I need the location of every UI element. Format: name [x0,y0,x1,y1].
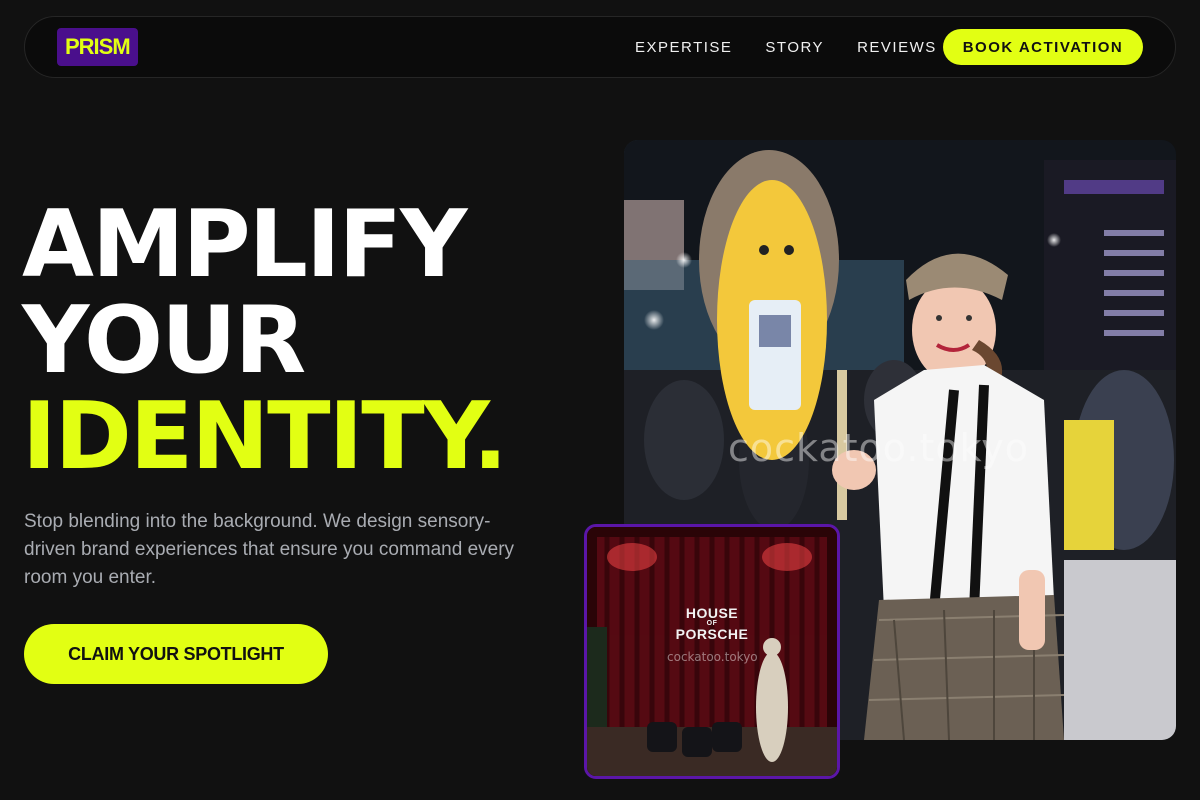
hero-title-line-1: AMPLIFY [22,190,467,298]
book-activation-button[interactable]: BOOK ACTIVATION [943,29,1143,65]
nav-link-reviews[interactable]: REVIEWS [857,39,937,56]
hero-description: Stop blending into the background. We de… [24,511,515,588]
inset-photo-watermark: cockatoo.tokyo [667,650,758,664]
hero-title-line-3: IDENTITY. [22,382,508,490]
photo-watermark: cockatoo.tokyo [728,426,1030,470]
nav-links: EXPERTISE STORY REVIEWS [635,17,970,77]
sign-line-3: PORSCHE [675,626,749,642]
hero-title: AMPLIFY YOUR IDENTITY. [22,190,508,490]
inset-photo-porsche: HOUSE OF PORSCHE cockatoo.tokyo [584,524,840,779]
nav-link-expertise[interactable]: EXPERTISE [635,39,732,56]
sign-line-1: HOUSE [685,605,739,621]
nav-link-story[interactable]: STORY [765,39,824,56]
claim-spotlight-button[interactable]: CLAIM YOUR SPOTLIGHT [24,624,328,684]
house-of-porsche-sign: HOUSE OF PORSCHE [647,605,777,642]
prism-logo[interactable]: PRISM [57,28,138,66]
navbar: PRISM EXPERTISE STORY REVIEWS BOOK ACTIV… [24,16,1176,78]
hero-title-line-2: YOUR [22,286,306,394]
